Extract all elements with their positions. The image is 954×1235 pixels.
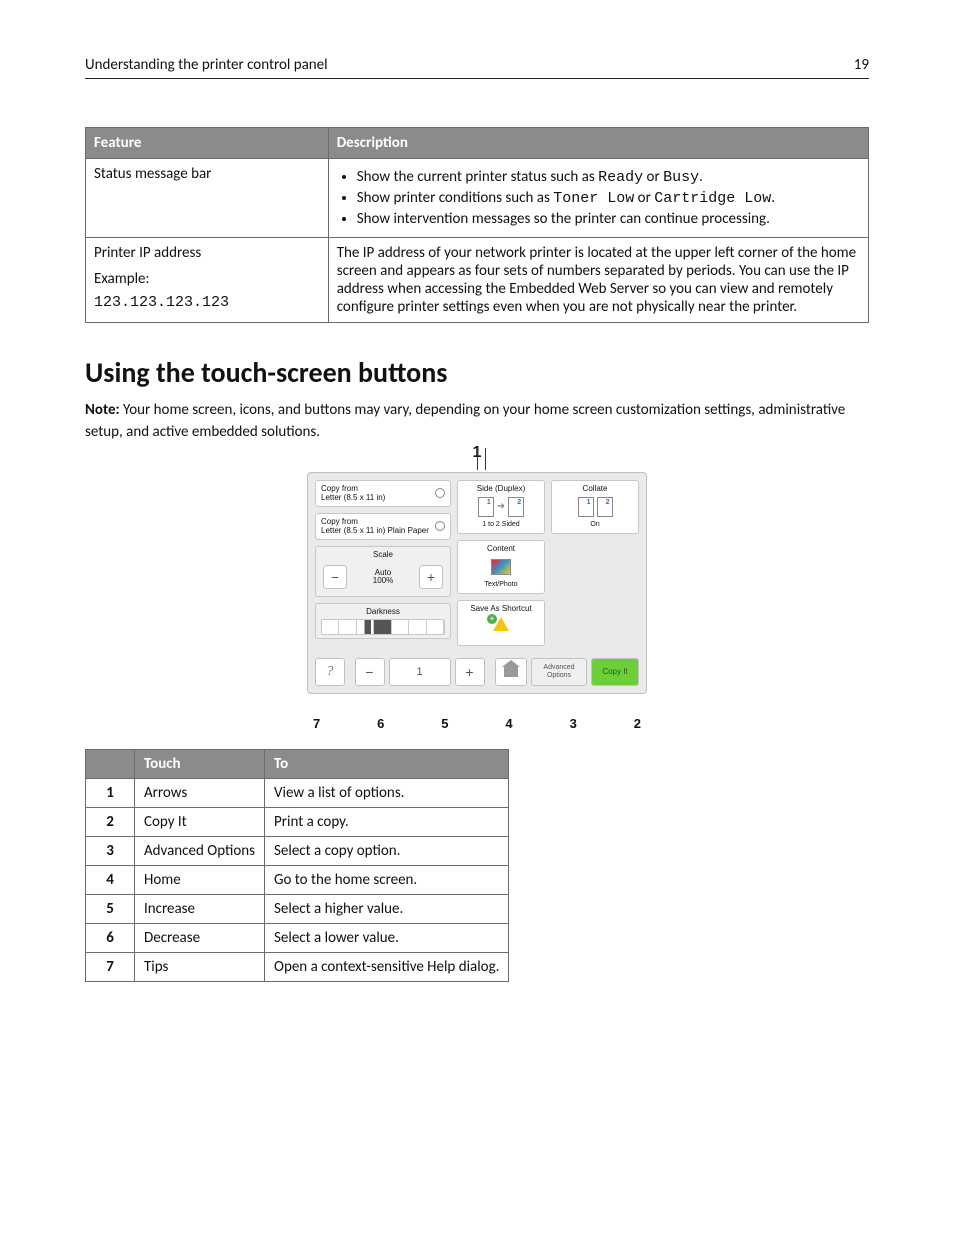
save-as-shortcut-card[interactable]: Save As Shortcut + (457, 600, 545, 646)
copy-it-button[interactable]: Copy It (591, 658, 639, 686)
collate-card[interactable]: Collate 1 2 On (551, 480, 639, 534)
callout-3: 3 (570, 716, 577, 731)
scale-decrease-button[interactable]: − (323, 565, 347, 589)
touchscreen: Copy from Letter (8.5 x 11 in) Copy from… (307, 472, 647, 694)
scale-card: Scale − Auto 100% + (315, 546, 451, 598)
to-cell: Go to the home screen. (265, 865, 509, 894)
to-cell: Select a lower value. (265, 923, 509, 952)
collate-icon: 1 2 (557, 496, 633, 518)
touch-to-table: Touch To 1ArrowsView a list of options.2… (85, 749, 509, 982)
th-to: To (265, 749, 509, 778)
callout-5: 5 (441, 716, 448, 731)
radio-icon (435, 521, 445, 531)
list-item: Show the current printer status such as … (357, 168, 860, 186)
increase-button[interactable]: + (455, 658, 485, 686)
copy-from-option-2[interactable]: Copy from Letter (8.5 x 11 in) Plain Pap… (315, 513, 451, 540)
row-number: 3 (86, 836, 135, 865)
row-number: 5 (86, 894, 135, 923)
touch-cell: Increase (135, 894, 265, 923)
touch-cell: Tips (135, 952, 265, 981)
list-item: Show printer conditions such as Toner Lo… (357, 189, 860, 207)
row-number: 2 (86, 807, 135, 836)
darkness-card: Darkness (315, 603, 451, 639)
row-number: 4 (86, 865, 135, 894)
header-title: Understanding the printer control panel (85, 56, 328, 74)
to-cell: View a list of options. (265, 778, 509, 807)
side-duplex-card[interactable]: Side (Duplex) 1 ➜ 2 1 to 2 Sided (457, 480, 545, 534)
darkness-slider[interactable] (321, 619, 445, 635)
table-row: 5IncreaseSelect a higher value. (86, 894, 509, 923)
copies-value: 1 (389, 658, 451, 686)
feature-cell: Status message bar (86, 159, 329, 238)
callout-6: 6 (377, 716, 384, 731)
description-cell: The IP address of your network printer i… (328, 238, 868, 323)
scale-increase-button[interactable]: + (419, 565, 443, 589)
table-row: Status message bar Show the current prin… (86, 159, 869, 238)
callout-2: 2 (634, 716, 641, 731)
th-blank (86, 749, 135, 778)
description-cell: Show the current printer status such as … (328, 159, 868, 238)
bottom-bar: ? − 1 + Advanced Options Copy It (308, 653, 646, 693)
table-row: 7TipsOpen a context-sensitive Help dialo… (86, 952, 509, 981)
advanced-options-button[interactable]: Advanced Options (531, 658, 587, 686)
section-heading: Using the touch-screen buttons (85, 355, 869, 390)
table-row: Printer IP address Example: 123.123.123.… (86, 238, 869, 323)
table-row: 4HomeGo to the home screen. (86, 865, 509, 894)
callouts-bottom: 7 6 5 4 3 2 (307, 694, 647, 731)
row-number: 1 (86, 778, 135, 807)
row-number: 7 (86, 952, 135, 981)
callout-7: 7 (313, 716, 320, 731)
row-number: 6 (86, 923, 135, 952)
feature-cell: Printer IP address Example: 123.123.123.… (86, 238, 329, 323)
radio-icon (435, 488, 445, 498)
home-icon (504, 667, 518, 677)
home-button[interactable] (495, 658, 527, 686)
th-description: Description (328, 128, 868, 159)
page-header: Understanding the printer control panel … (85, 56, 869, 79)
to-cell: Select a copy option. (265, 836, 509, 865)
table-row: 2Copy ItPrint a copy. (86, 807, 509, 836)
callout-4: 4 (505, 716, 512, 731)
to-cell: Select a higher value. (265, 894, 509, 923)
tips-button[interactable]: ? (315, 658, 345, 686)
copy-from-option-1[interactable]: Copy from Letter (8.5 x 11 in) (315, 480, 451, 507)
to-cell: Open a context-sensitive Help dialog. (265, 952, 509, 981)
to-cell: Print a copy. (265, 807, 509, 836)
table-row: 1ArrowsView a list of options. (86, 778, 509, 807)
feature-description-table: Feature Description Status message bar S… (85, 127, 869, 323)
decrease-button[interactable]: − (355, 658, 385, 686)
content-card[interactable]: Content Text/Photo (457, 540, 545, 594)
touch-cell: Arrows (135, 778, 265, 807)
note-paragraph: Note: Your home screen, icons, and butto… (85, 400, 869, 444)
touch-cell: Decrease (135, 923, 265, 952)
star-icon: + (493, 617, 509, 631)
table-row: 3Advanced OptionsSelect a copy option. (86, 836, 509, 865)
touch-cell: Home (135, 865, 265, 894)
list-item: Show intervention messages so the printe… (357, 210, 860, 228)
touchscreen-figure: 1 Copy from Letter (8.5 x 11 in) (307, 472, 647, 731)
touch-cell: Copy It (135, 807, 265, 836)
table-row: 6DecreaseSelect a lower value. (86, 923, 509, 952)
touch-cell: Advanced Options (135, 836, 265, 865)
photo-icon (491, 559, 511, 575)
th-touch: Touch (135, 749, 265, 778)
plus-badge-icon: + (487, 614, 497, 624)
th-feature: Feature (86, 128, 329, 159)
page-number: 19 (854, 56, 869, 74)
duplex-icon: 1 ➜ 2 (463, 496, 539, 518)
